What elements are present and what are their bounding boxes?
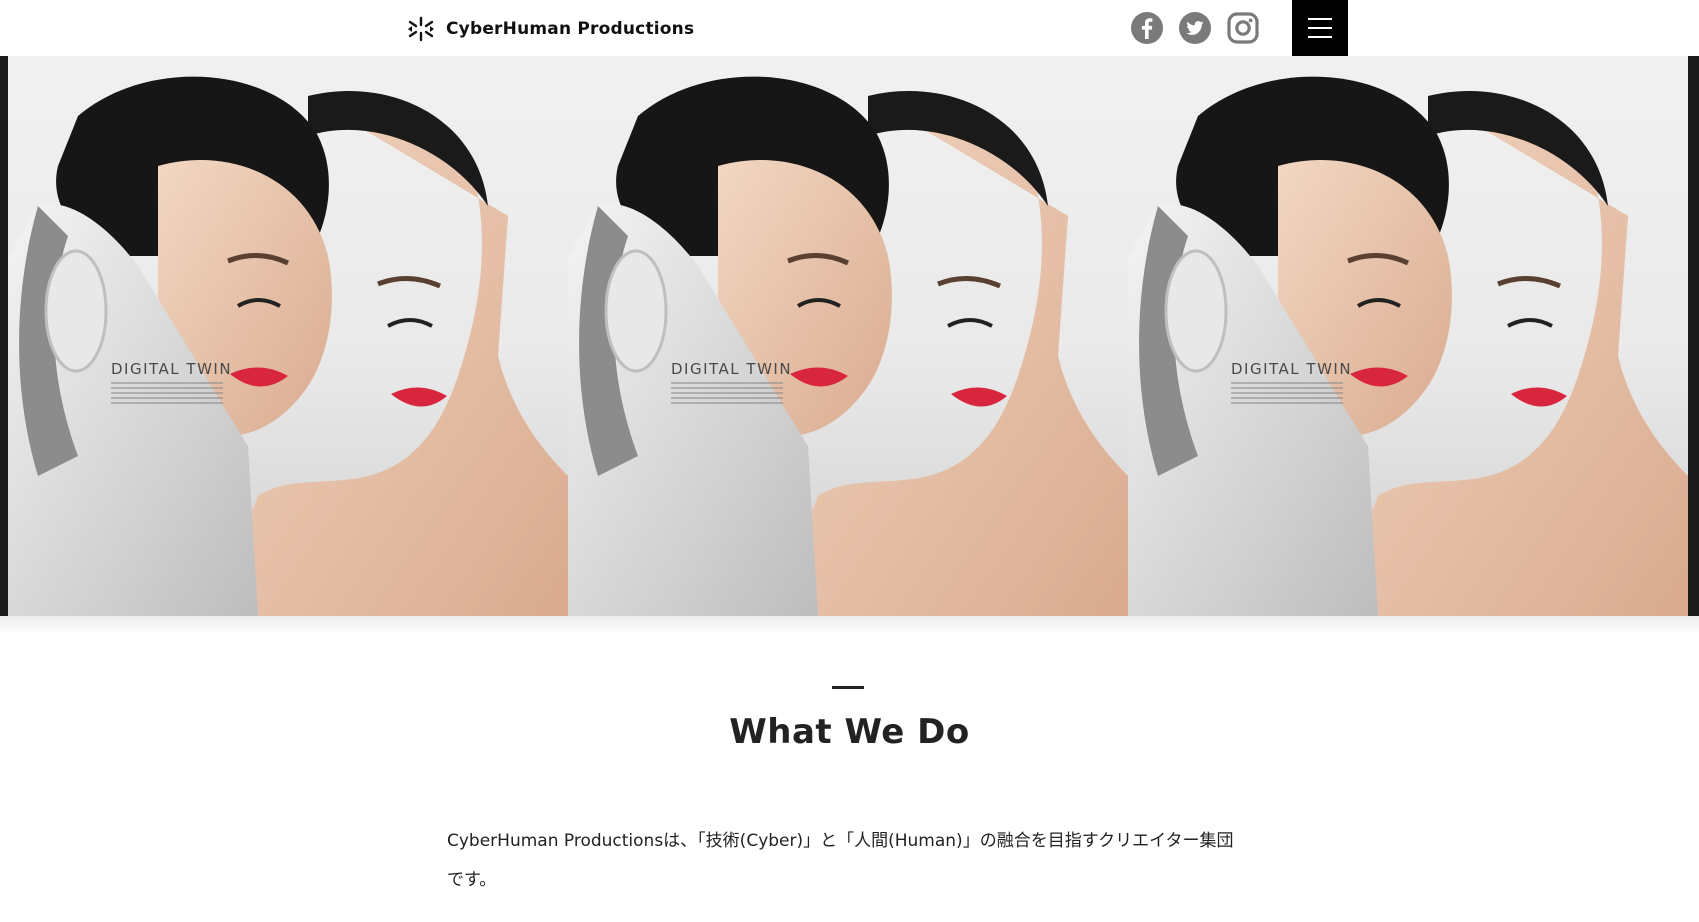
panel-fine-print — [1231, 382, 1343, 407]
instagram-link[interactable] — [1227, 12, 1259, 44]
twitter-link[interactable] — [1179, 12, 1211, 44]
panel-fine-print — [671, 382, 783, 407]
hero-panel: DIGITAL TWIN — [8, 56, 568, 616]
panel-caption: DIGITAL TWIN — [671, 360, 793, 378]
hero-banner: DIGITAL TWIN DIGITAL TWIN DIGITAL TWIN — [0, 56, 1699, 616]
digital-twin-image — [568, 76, 1128, 616]
hamburger-menu-icon — [1308, 27, 1332, 29]
digital-twin-image — [8, 76, 568, 616]
site-header: CyberHuman Productions — [0, 0, 1699, 56]
digital-twin-image — [1128, 76, 1688, 616]
hero-panel: DIGITAL TWIN — [1128, 56, 1688, 616]
hamburger-menu-button[interactable] — [1292, 0, 1348, 56]
hamburger-menu-icon — [1308, 36, 1332, 38]
panel-caption: DIGITAL TWIN — [1231, 360, 1353, 378]
brand-name: CyberHuman Productions — [446, 19, 695, 39]
facebook-link[interactable] — [1131, 12, 1163, 44]
panel-caption: DIGITAL TWIN — [111, 360, 233, 378]
twitter-icon — [1179, 12, 1211, 44]
hamburger-menu-icon — [1308, 18, 1332, 20]
panel-fine-print — [111, 382, 223, 407]
hero-shadow — [0, 616, 1699, 634]
section-body-text: CyberHuman Productionsは、「技術(Cyber)」と「人間(… — [447, 831, 1234, 890]
hero-panel: DIGITAL TWIN — [568, 56, 1128, 616]
cyberhuman-logo-icon — [408, 16, 434, 42]
section-title: What We Do — [729, 712, 970, 752]
facebook-icon — [1131, 12, 1163, 44]
section-divider — [832, 686, 864, 689]
instagram-icon — [1227, 12, 1259, 44]
hero-image-strip: DIGITAL TWIN DIGITAL TWIN DIGITAL TWIN — [8, 56, 1688, 616]
brand-logo-link[interactable]: CyberHuman Productions — [406, 14, 694, 44]
